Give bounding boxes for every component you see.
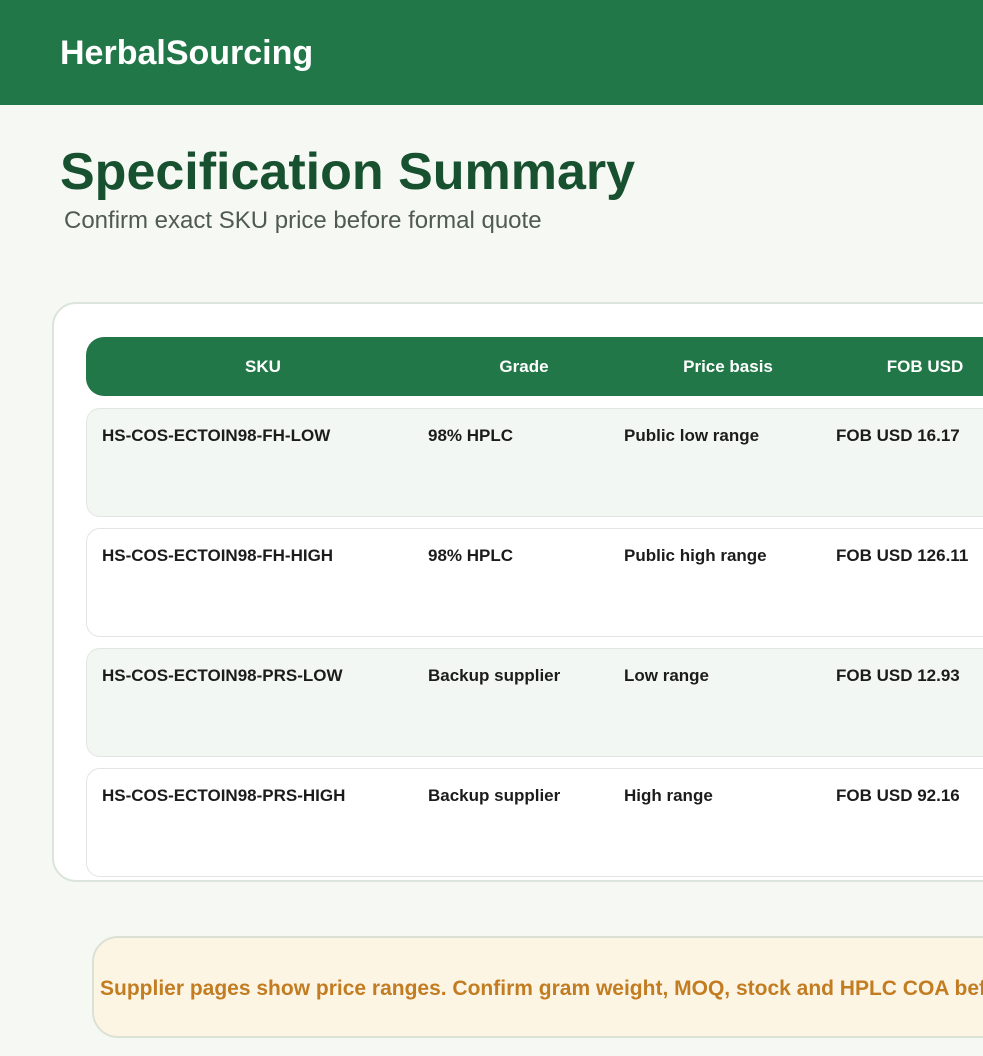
cell-price-basis: Low range [624,666,710,685]
column-header-grade: Grade [499,357,549,376]
page-title: Specification Summary [60,143,636,201]
table-row: HS-COS-ECTOIN98-PRS-HIGH Backup supplier… [86,768,983,877]
top-bar: HerbalSourcing [0,0,983,105]
cell-fob-usd: FOB USD 92.16 [836,786,960,805]
spec-table-card: SKU Grade Price basis FOB USD HS-COS-ECT… [52,302,983,882]
table-row: HS-COS-ECTOIN98-FH-HIGH 98% HPLC Public … [86,528,983,637]
cell-price-basis: Public high range [624,546,767,565]
cell-price-basis: Public low range [624,426,760,445]
cell-sku: HS-COS-ECTOIN98-PRS-HIGH [102,786,346,805]
cell-price-basis: High range [624,786,713,805]
cell-grade: 98% HPLC [428,426,514,445]
cell-fob-usd: FOB USD 12.93 [836,666,960,685]
cell-grade: 98% HPLC [428,546,514,565]
price-notice-banner: Supplier pages show price ranges. Confir… [92,936,983,1038]
table-header: SKU Grade Price basis FOB USD [86,337,983,396]
column-header-fob-usd: FOB USD [886,357,964,376]
brand-logo-text[interactable]: HerbalSourcing [60,33,313,73]
cell-grade: Backup supplier [428,786,561,805]
table-row: HS-COS-ECTOIN98-FH-LOW 98% HPLC Public l… [86,408,983,517]
table-row: HS-COS-ECTOIN98-PRS-LOW Backup supplier … [86,648,983,757]
cell-sku: HS-COS-ECTOIN98-PRS-LOW [102,666,343,685]
column-header-sku: SKU [245,357,281,376]
cell-fob-usd: FOB USD 126.11 [836,546,969,565]
cell-sku: HS-COS-ECTOIN98-FH-HIGH [102,546,334,565]
cell-grade: Backup supplier [428,666,561,685]
column-header-price-basis: Price basis [683,357,773,376]
notice-text: Supplier pages show price ranges. Confir… [100,977,983,1000]
cell-fob-usd: FOB USD 16.17 [836,426,960,445]
page-subtitle: Confirm exact SKU price before formal qu… [64,207,542,234]
cell-sku: HS-COS-ECTOIN98-FH-LOW [102,426,331,445]
